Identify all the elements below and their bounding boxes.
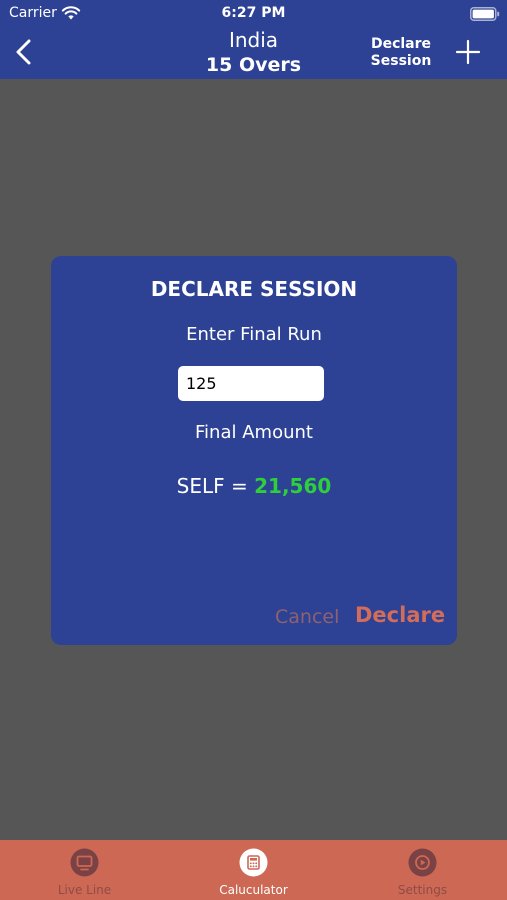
status-bar: Carrier 6:27 PM (0, 0, 507, 28)
battery-icon (470, 7, 500, 21)
cancel-button[interactable]: Cancel (275, 606, 339, 628)
settings-icon (408, 848, 437, 877)
declare-session-line1: Declare (370, 36, 432, 52)
tab-label-settings: Settings (397, 883, 448, 897)
plus-icon[interactable] (454, 38, 482, 66)
monitor-icon (70, 848, 99, 877)
declare-session-line2: Session (370, 53, 432, 69)
status-time: 6:27 PM (221, 5, 286, 21)
declare-button[interactable]: Declare (355, 603, 445, 627)
calculator-icon (239, 848, 268, 877)
dialog-title: DECLARE SESSION (150, 277, 358, 301)
declare-session-dialog: DECLARE SESSION Enter Final Run Final Am… (51, 256, 457, 645)
declare-session-button[interactable]: Declare Session (366, 36, 436, 70)
tab-calculator[interactable]: Caluculator (169, 840, 338, 900)
tab-label-calculator: Caluculator (219, 883, 288, 897)
final-run-label: Enter Final Run (186, 324, 322, 345)
final-amount-label: Final Amount (195, 422, 313, 443)
tab-live-line[interactable]: Live Line (0, 840, 169, 900)
tab-bar: Live Line Caluculator Settings (0, 840, 507, 900)
tab-label-live-line: Live Line (57, 883, 112, 897)
navigation-bar: India 15 Overs Declare Session (0, 28, 507, 79)
final-run-input[interactable] (178, 366, 324, 401)
result-value: 21,560 (254, 474, 332, 498)
final-amount-result: SELF = 21,560 (51, 474, 457, 498)
tab-settings[interactable]: Settings (338, 840, 507, 900)
result-prefix: SELF = (176, 474, 255, 498)
